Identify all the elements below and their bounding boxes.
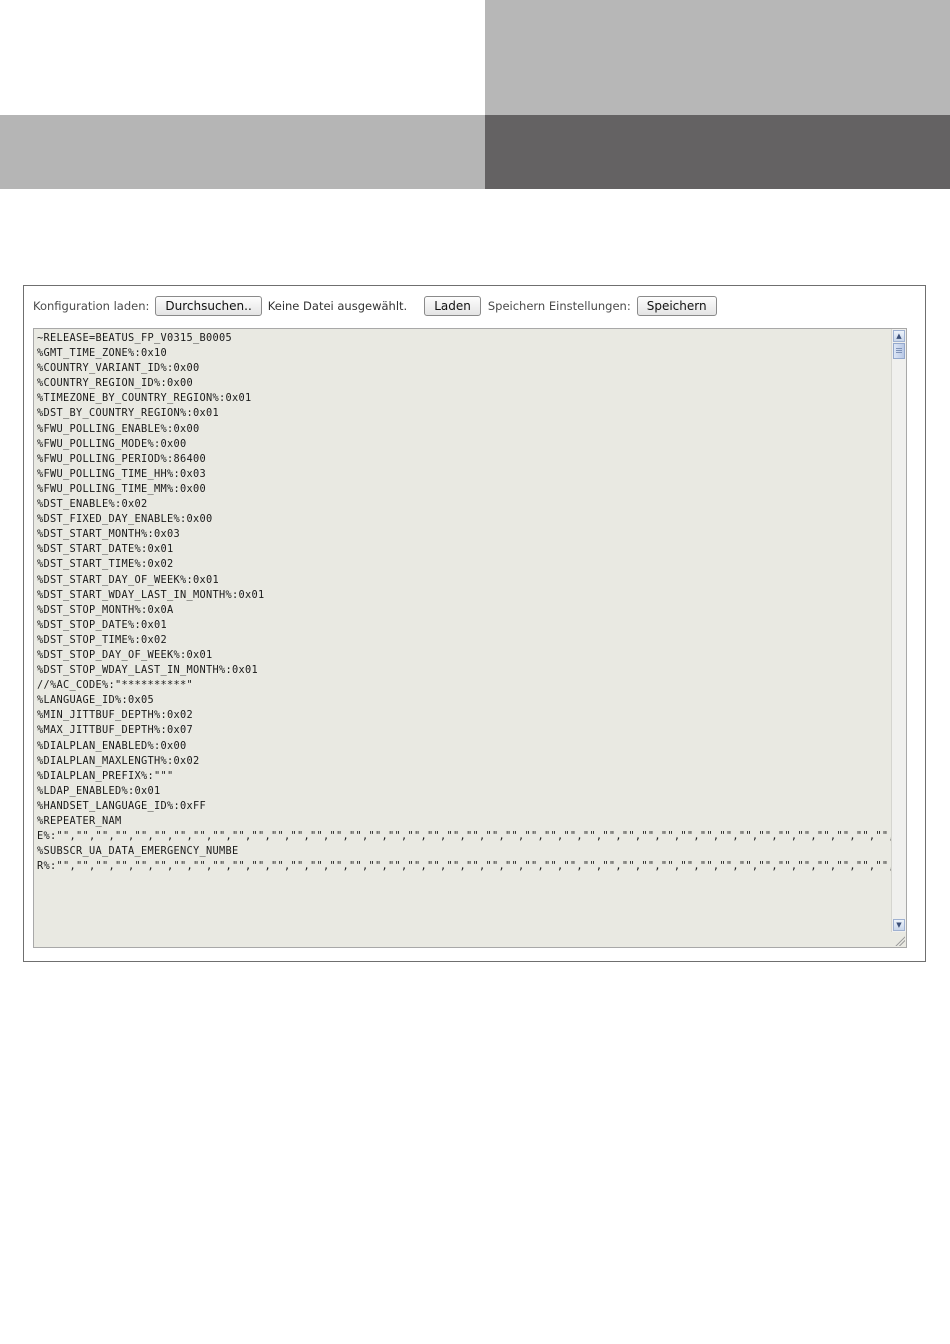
grip-icon	[896, 348, 902, 354]
save-button[interactable]: Speichern	[636, 296, 717, 316]
config-line: %DIALPLAN_ENABLED%:0x00	[37, 739, 187, 752]
config-line: %HANDSET_LANGUAGE_ID%:0xFF	[37, 799, 206, 812]
config-line: %FWU_POLLING_TIME_HH%:0x03	[37, 467, 206, 480]
header-band-bottom-right	[485, 115, 950, 189]
config-line: %GMT_TIME_ZONE%:0x10	[37, 347, 167, 360]
scroll-down-arrow-icon[interactable]: ▼	[893, 919, 905, 931]
config-line: %MAX_JITTBUF_DEPTH%:0x07	[37, 724, 193, 737]
config-line: %DST_FIXED_DAY_ENABLE%:0x00	[37, 513, 213, 526]
config-line: %REPEATER_NAME%:"","","","","","","","",…	[37, 815, 892, 843]
config-line: %DST_START_MONTH%:0x03	[37, 528, 180, 541]
config-line: %DST_BY_COUNTRY_REGION%:0x01	[37, 407, 219, 420]
resize-grip-icon[interactable]	[894, 935, 905, 946]
config-line: %DST_STOP_WDAY_LAST_IN_MONTH%:0x01	[37, 664, 258, 677]
config-line: %DST_START_WDAY_LAST_IN_MONTH%:0x01	[37, 588, 265, 601]
scroll-up-arrow-icon[interactable]: ▲	[893, 330, 905, 342]
config-line: %DST_STOP_DATE%:0x01	[37, 618, 167, 631]
load-button[interactable]: Laden	[424, 296, 481, 316]
config-line: %FWU_POLLING_MODE%:0x00	[37, 437, 187, 450]
config-line: %LANGUAGE_ID%:0x05	[37, 694, 154, 707]
vertical-scrollbar[interactable]: ▲ ▼	[891, 329, 906, 932]
header-band-top-right	[485, 0, 950, 115]
file-status-text: Keine Datei ausgewählt.	[267, 299, 408, 313]
config-line: %COUNTRY_REGION_ID%:0x00	[37, 377, 193, 390]
config-line: %DST_START_DATE%:0x01	[37, 543, 174, 556]
load-config-label: Konfiguration laden:	[33, 299, 150, 313]
config-line: %DST_START_DAY_OF_WEEK%:0x01	[37, 573, 219, 586]
config-line: %DST_START_TIME%:0x02	[37, 558, 174, 571]
config-line: %LDAP_ENABLED%:0x01	[37, 784, 161, 797]
config-line: %FWU_POLLING_ENABLE%:0x00	[37, 422, 200, 435]
config-line: %SUBSCR_UA_DATA_EMERGENCY_NUMBER%:"","",…	[37, 845, 892, 873]
config-line: %DIALPLAN_PREFIX%:"""	[37, 769, 174, 782]
config-line: //%AC_CODE%:"**********"	[37, 679, 193, 692]
config-line: %FWU_POLLING_PERIOD%:86400	[37, 452, 206, 465]
config-line: %DST_STOP_TIME%:0x02	[37, 633, 167, 646]
scroll-thumb[interactable]	[893, 343, 905, 359]
config-line: %TIMEZONE_BY_COUNTRY_REGION%:0x01	[37, 392, 252, 405]
config-line: %MIN_JITTBUF_DEPTH%:0x02	[37, 709, 193, 722]
config-text: ~RELEASE=BEATUS_FP_V0315_B0005 %GMT_TIME_…	[37, 331, 892, 874]
config-line: %FWU_POLLING_TIME_MM%:0x00	[37, 482, 206, 495]
config-line: ~RELEASE=BEATUS_FP_V0315_B0005	[37, 332, 232, 344]
config-toolbar: Konfiguration laden: Durchsuchen.. Keine…	[33, 295, 722, 317]
config-line: %DST_STOP_MONTH%:0x0A	[37, 603, 174, 616]
config-textarea[interactable]: ~RELEASE=BEATUS_FP_V0315_B0005 %GMT_TIME_…	[33, 328, 907, 948]
header-band-bottom-left	[0, 115, 485, 189]
config-line: %COUNTRY_VARIANT_ID%:0x00	[37, 362, 200, 375]
config-line: %DST_STOP_DAY_OF_WEEK%:0x01	[37, 648, 213, 661]
config-line: %DIALPLAN_MAXLENGTH%:0x02	[37, 754, 200, 767]
browse-button[interactable]: Durchsuchen..	[155, 296, 262, 316]
save-settings-label: Speichern Einstellungen:	[487, 299, 631, 313]
config-panel: Konfiguration laden: Durchsuchen.. Keine…	[23, 285, 926, 962]
config-line: %DST_ENABLE%:0x02	[37, 498, 148, 511]
